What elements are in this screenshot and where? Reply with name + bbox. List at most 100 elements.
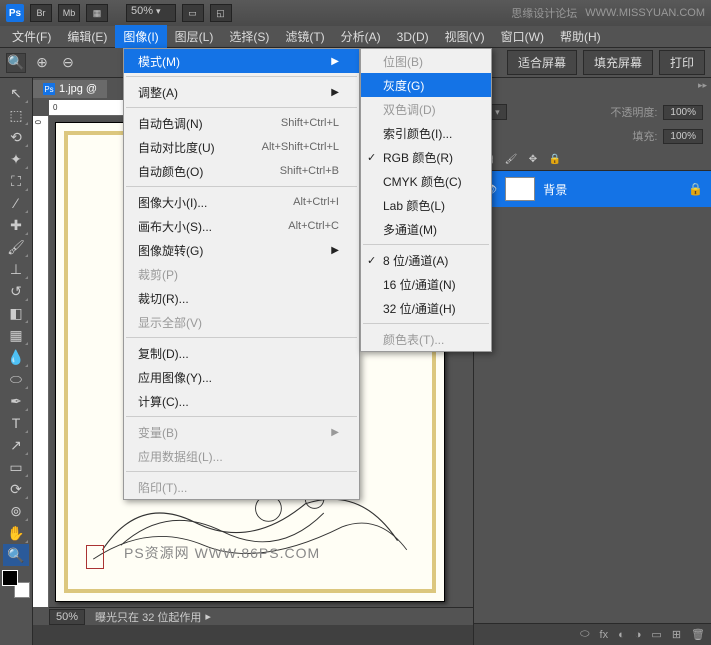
- mask-icon[interactable]: ◐: [618, 629, 625, 641]
- fill-value[interactable]: 100%: [663, 129, 703, 144]
- healing-tool[interactable]: ✚: [3, 214, 29, 236]
- move-tool[interactable]: ↖: [3, 82, 29, 104]
- title-bar: Ps Br Mb ▦ 50% ▭ ◱ 思缘设计论坛 WWW.MISSYUAN.C…: [0, 0, 711, 26]
- menu-layer[interactable]: 图层(L): [167, 25, 222, 48]
- shape-tool[interactable]: ▭: [3, 456, 29, 478]
- menu-edit[interactable]: 编辑(E): [59, 25, 115, 48]
- tool-preset-icon[interactable]: 🔍: [6, 53, 26, 73]
- marquee-tool[interactable]: ⬚: [3, 104, 29, 126]
- print-size-button[interactable]: 打印: [659, 50, 705, 75]
- view-extras-button[interactable]: ▦: [86, 4, 108, 22]
- screen-mode-button[interactable]: ◱: [210, 4, 232, 22]
- zoom-in-icon[interactable]: ⊕: [32, 53, 52, 73]
- arrange-button[interactable]: ▭: [182, 4, 204, 22]
- pen-tool[interactable]: ✒: [3, 390, 29, 412]
- opacity-label: 不透明度:: [610, 104, 657, 120]
- bridge-button[interactable]: Br: [30, 4, 52, 22]
- menu-item[interactable]: 自动色调(N)Shift+Ctrl+L: [124, 111, 359, 135]
- color-swatches[interactable]: [2, 570, 30, 598]
- menu-item[interactable]: 模式(M)▶: [124, 49, 359, 73]
- menu-item[interactable]: 裁切(R)...: [124, 286, 359, 310]
- submenu-item[interactable]: 16 位/通道(N): [361, 272, 491, 296]
- lock-row: ▦ 🖌 ✥ 🔒: [474, 148, 711, 171]
- menu-image[interactable]: 图像(I): [115, 25, 166, 48]
- menu-item: 陷印(T)...: [124, 475, 359, 499]
- menu-item[interactable]: 自动对比度(U)Alt+Shift+Ctrl+L: [124, 135, 359, 159]
- dodge-tool[interactable]: ⬭: [3, 368, 29, 390]
- submenu-item[interactable]: CMYK 颜色(C): [361, 169, 491, 193]
- fit-screen-button[interactable]: 适合屏幕: [507, 50, 577, 75]
- menu-item[interactable]: 图像旋转(G)▶: [124, 238, 359, 262]
- link-layers-icon[interactable]: ⬭: [580, 628, 589, 641]
- document-tab[interactable]: Ps 1.jpg @: [33, 80, 107, 98]
- layer-thumbnail[interactable]: [505, 177, 535, 201]
- menu-item[interactable]: 画布大小(S)...Alt+Ctrl+C: [124, 214, 359, 238]
- menu-file[interactable]: 文件(F): [4, 25, 59, 48]
- eraser-tool[interactable]: ◧: [3, 302, 29, 324]
- group-icon[interactable]: ▭: [651, 628, 661, 641]
- menu-item[interactable]: 复制(D)...: [124, 341, 359, 365]
- status-zoom[interactable]: 50%: [49, 609, 85, 625]
- menu-item[interactable]: 计算(C)...: [124, 389, 359, 413]
- submenu-item[interactable]: 多通道(M): [361, 217, 491, 241]
- new-layer-icon[interactable]: ⊞: [672, 628, 681, 641]
- 3d-camera-tool[interactable]: ⊚: [3, 500, 29, 522]
- menu-item[interactable]: 调整(A)▶: [124, 80, 359, 104]
- layer-row[interactable]: 👁 背景 🔒: [474, 171, 711, 207]
- lock-pixels-icon[interactable]: 🖌: [504, 152, 518, 166]
- ruler-vertical: 0: [33, 116, 49, 607]
- crop-tool[interactable]: ⛶: [3, 170, 29, 192]
- 3d-tool[interactable]: ⟳: [3, 478, 29, 500]
- menu-filter[interactable]: 滤镜(T): [277, 25, 332, 48]
- menu-help[interactable]: 帮助(H): [552, 25, 609, 48]
- menu-bar: 文件(F) 编辑(E) 图像(I) 图层(L) 选择(S) 滤镜(T) 分析(A…: [0, 26, 711, 48]
- lock-position-icon[interactable]: ✥: [526, 152, 540, 166]
- hand-tool[interactable]: ✋: [3, 522, 29, 544]
- lasso-tool[interactable]: ⟲: [3, 126, 29, 148]
- submenu-item[interactable]: 灰度(G): [361, 73, 491, 97]
- history-brush-tool[interactable]: ↺: [3, 280, 29, 302]
- minibridge-button[interactable]: Mb: [58, 4, 80, 22]
- file-icon: Ps: [43, 83, 55, 95]
- zoom-level-select[interactable]: 50%: [126, 4, 176, 22]
- eyedropper-tool[interactable]: ⁄: [3, 192, 29, 214]
- fx-icon[interactable]: fx: [600, 629, 609, 641]
- brush-tool[interactable]: 🖌: [3, 236, 29, 258]
- path-tool[interactable]: ↗: [3, 434, 29, 456]
- menu-window[interactable]: 窗口(W): [493, 25, 552, 48]
- panel-collapse-icon[interactable]: ▸▸: [698, 80, 707, 91]
- status-arrow-icon[interactable]: ▸: [205, 610, 211, 623]
- menu-analysis[interactable]: 分析(A): [333, 25, 389, 48]
- submenu-item[interactable]: 32 位/通道(H): [361, 296, 491, 320]
- gradient-tool[interactable]: ▦: [3, 324, 29, 346]
- stamp-tool[interactable]: ⊥: [3, 258, 29, 280]
- foreground-color[interactable]: [2, 570, 18, 586]
- layers-panel-footer: ⬭ fx ◐ ◑ ▭ ⊞ 🗑: [474, 623, 711, 645]
- menu-item[interactable]: 自动颜色(O)Shift+Ctrl+B: [124, 159, 359, 183]
- type-tool[interactable]: T: [3, 412, 29, 434]
- opacity-value[interactable]: 100%: [663, 105, 703, 120]
- submenu-item: 位图(B): [361, 49, 491, 73]
- zoom-tool[interactable]: 🔍: [3, 544, 29, 566]
- wand-tool[interactable]: ✦: [3, 148, 29, 170]
- menu-item: 显示全部(V): [124, 310, 359, 334]
- lock-all-icon[interactable]: 🔒: [548, 152, 562, 166]
- status-text: 曝光只在 32 位起作用: [95, 609, 201, 625]
- menu-item[interactable]: 应用图像(Y)...: [124, 365, 359, 389]
- layer-name[interactable]: 背景: [543, 181, 567, 198]
- menu-3d[interactable]: 3D(D): [389, 27, 437, 47]
- submenu-item[interactable]: Lab 颜色(L): [361, 193, 491, 217]
- submenu-item[interactable]: ✓RGB 颜色(R): [361, 145, 491, 169]
- blur-tool[interactable]: 💧: [3, 346, 29, 368]
- menu-select[interactable]: 选择(S): [221, 25, 277, 48]
- toolbox: ↖ ⬚ ⟲ ✦ ⛶ ⁄ ✚ 🖌 ⊥ ↺ ◧ ▦ 💧 ⬭ ✒ T ↗ ▭ ⟳ ⊚ …: [0, 78, 33, 645]
- submenu-item[interactable]: ✓8 位/通道(A): [361, 248, 491, 272]
- menu-item: 应用数据组(L)...: [124, 444, 359, 468]
- menu-item[interactable]: 图像大小(I)...Alt+Ctrl+I: [124, 190, 359, 214]
- menu-view[interactable]: 视图(V): [437, 25, 493, 48]
- delete-icon[interactable]: 🗑: [691, 628, 705, 641]
- adjustment-icon[interactable]: ◑: [635, 629, 642, 641]
- fill-screen-button[interactable]: 填充屏幕: [583, 50, 653, 75]
- submenu-item[interactable]: 索引颜色(I)...: [361, 121, 491, 145]
- zoom-out-icon[interactable]: ⊖: [58, 53, 78, 73]
